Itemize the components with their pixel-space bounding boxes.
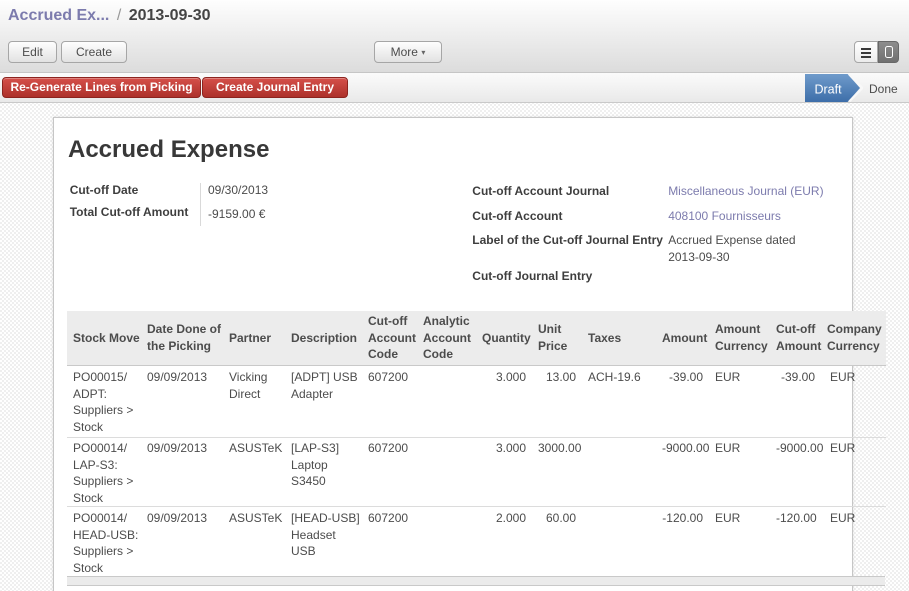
svg-text:Draft: Draft	[814, 83, 842, 97]
